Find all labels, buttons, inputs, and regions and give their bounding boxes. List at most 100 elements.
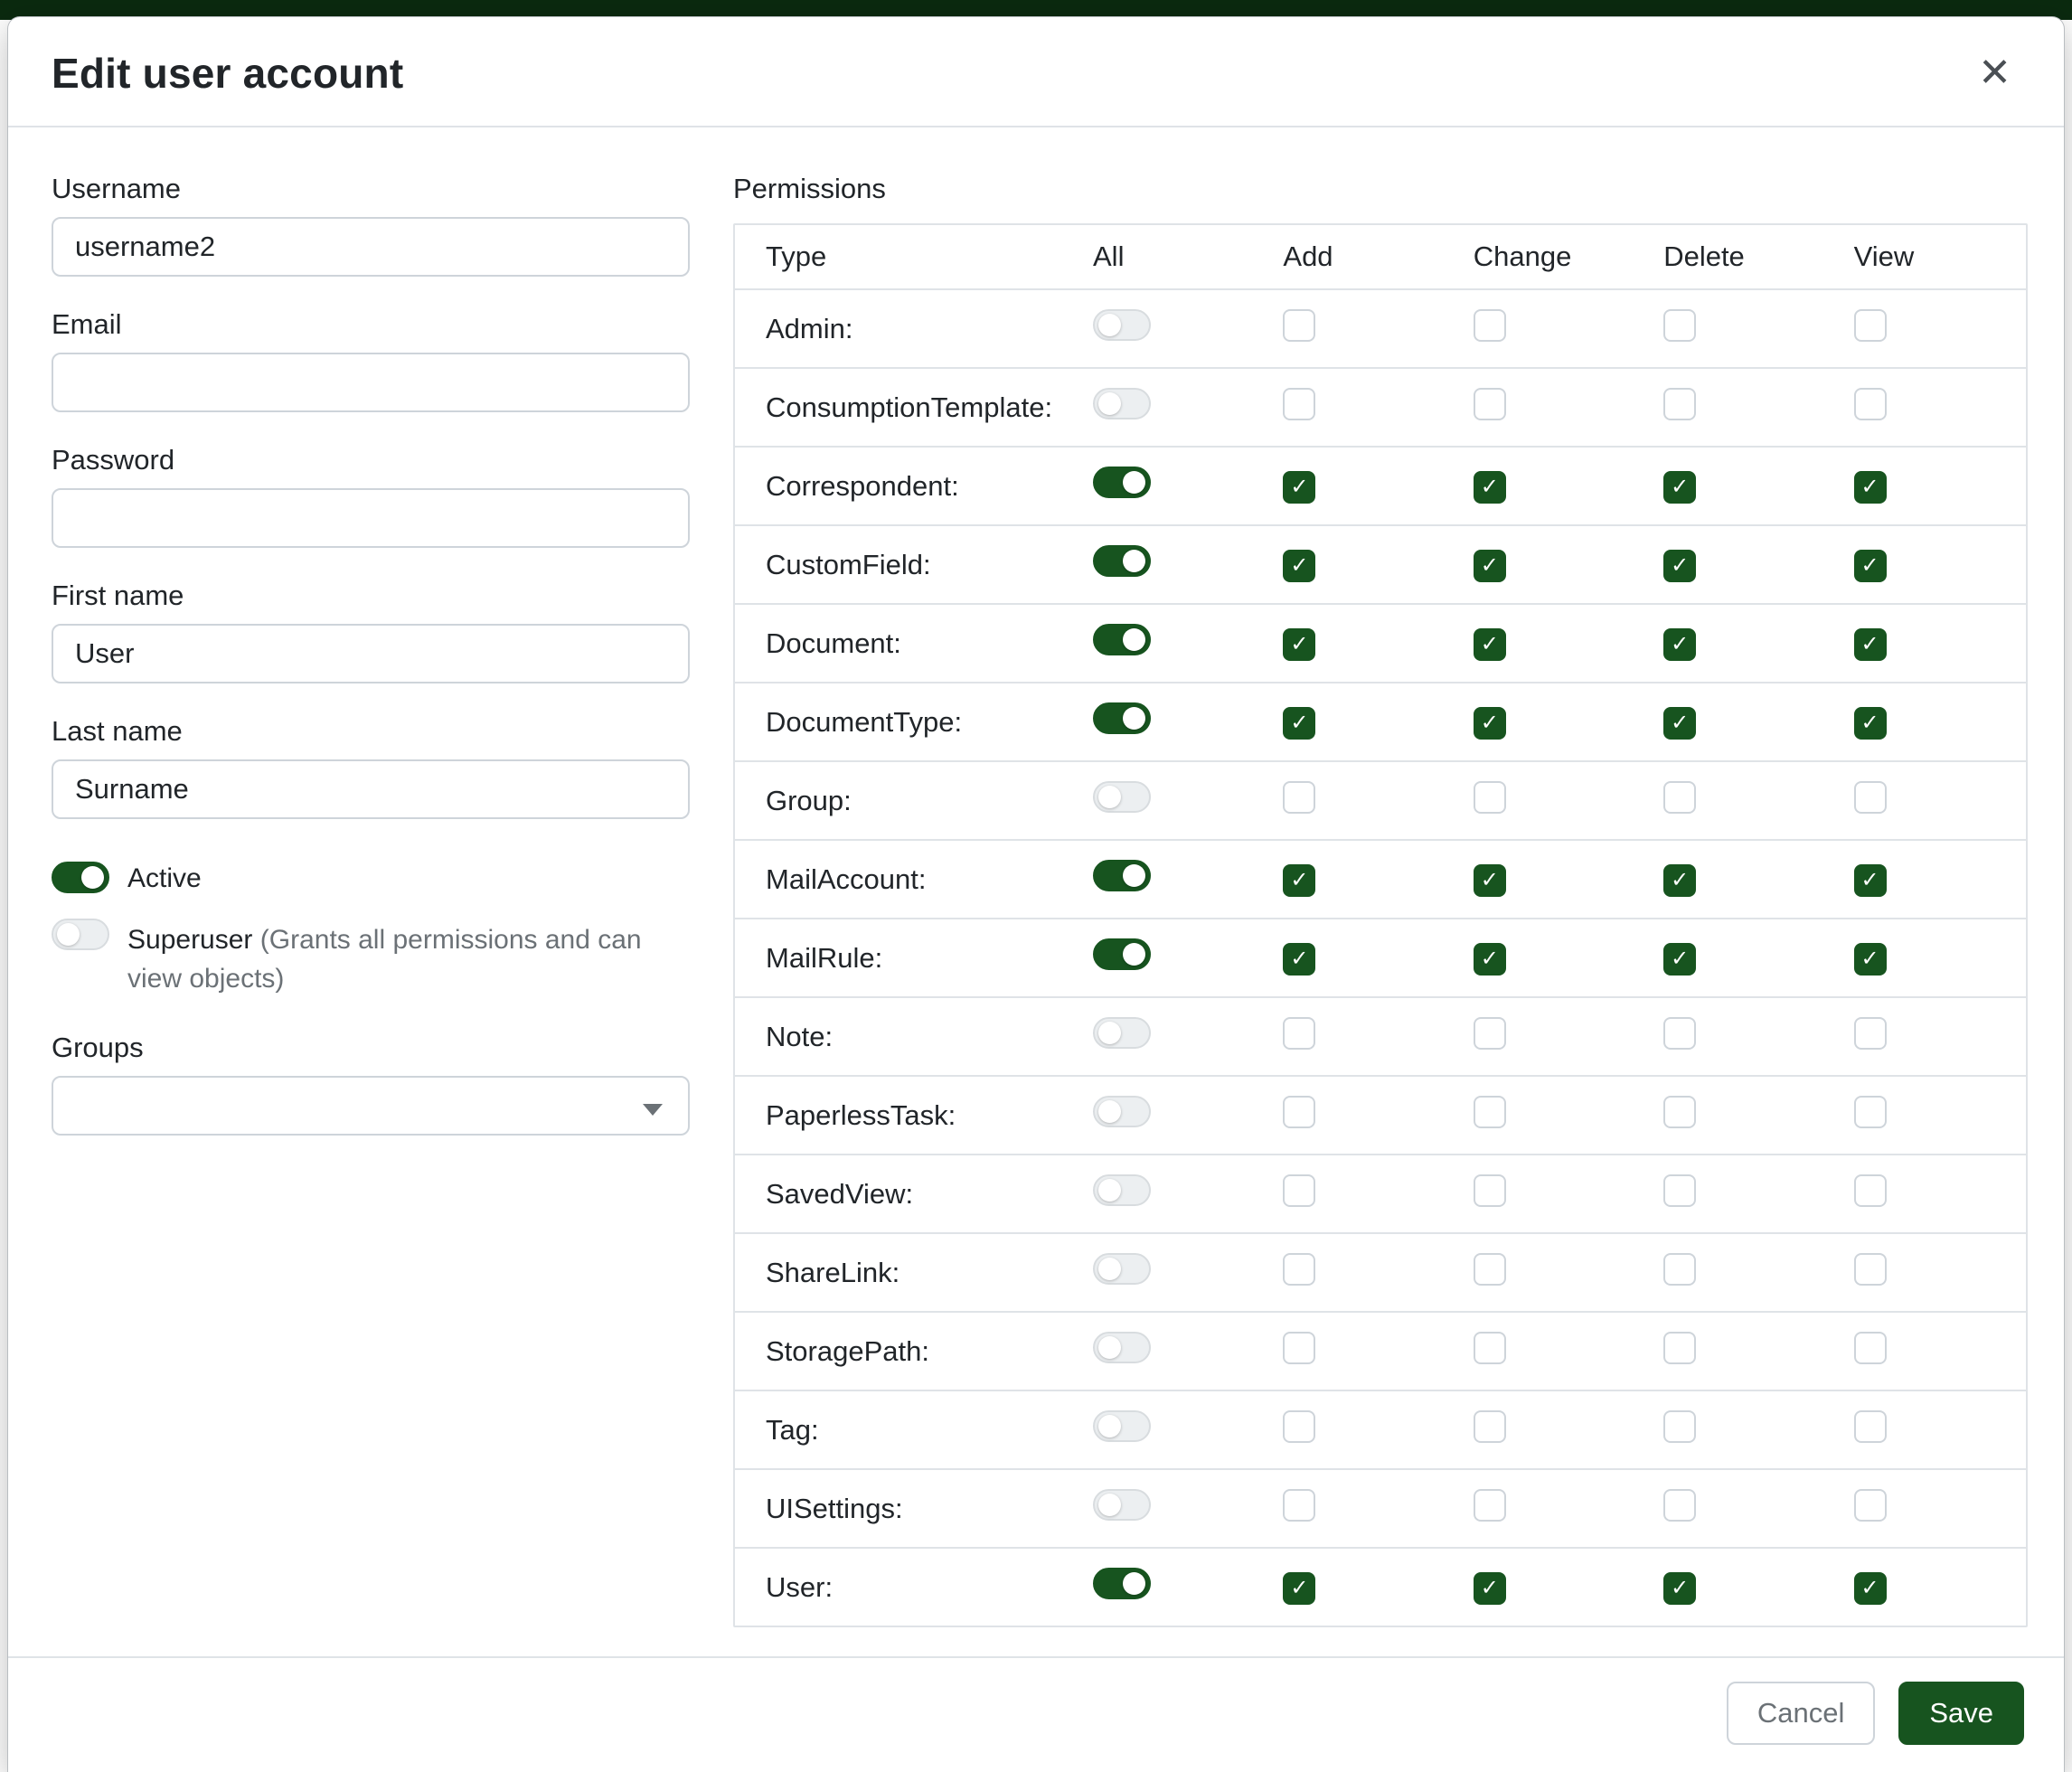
- permission-add-checkbox[interactable]: [1283, 1410, 1315, 1443]
- permission-add-checkbox[interactable]: [1283, 388, 1315, 420]
- permission-change-checkbox[interactable]: ✓: [1474, 707, 1506, 740]
- permission-add-checkbox[interactable]: ✓: [1283, 1572, 1315, 1605]
- permission-delete-checkbox[interactable]: [1663, 781, 1696, 814]
- permission-add-checkbox[interactable]: ✓: [1283, 943, 1315, 976]
- permission-change-checkbox[interactable]: [1474, 309, 1506, 342]
- permission-all-toggle[interactable]: [1093, 624, 1151, 655]
- permission-all-toggle[interactable]: [1093, 467, 1151, 498]
- permission-all-toggle[interactable]: [1093, 1096, 1151, 1127]
- permission-change-checkbox[interactable]: ✓: [1474, 628, 1506, 661]
- permission-delete-checkbox[interactable]: ✓: [1663, 471, 1696, 504]
- permission-all-toggle[interactable]: [1093, 1489, 1151, 1521]
- permission-add-checkbox[interactable]: ✓: [1283, 628, 1315, 661]
- permission-delete-checkbox[interactable]: [1663, 1096, 1696, 1128]
- permission-all-toggle[interactable]: [1093, 1017, 1151, 1049]
- permission-change-checkbox[interactable]: [1474, 388, 1506, 420]
- permission-view-checkbox[interactable]: [1854, 1096, 1887, 1128]
- password-input[interactable]: [52, 488, 690, 548]
- permission-change-checkbox[interactable]: [1474, 1174, 1506, 1207]
- permission-row: MailRule:✓✓✓✓: [735, 918, 2026, 996]
- permission-view-checkbox[interactable]: ✓: [1854, 1572, 1887, 1605]
- permission-change-checkbox[interactable]: ✓: [1474, 471, 1506, 504]
- permission-change-checkbox[interactable]: [1474, 1017, 1506, 1050]
- permission-add-checkbox[interactable]: [1283, 1174, 1315, 1207]
- permission-all-toggle[interactable]: [1093, 1174, 1151, 1206]
- permission-view-checkbox[interactable]: ✓: [1854, 628, 1887, 661]
- permission-delete-checkbox[interactable]: ✓: [1663, 1572, 1696, 1605]
- permission-all-toggle[interactable]: [1093, 309, 1151, 341]
- permission-delete-checkbox[interactable]: [1663, 309, 1696, 342]
- groups-select[interactable]: [52, 1076, 690, 1136]
- permission-change-checkbox[interactable]: [1474, 1332, 1506, 1364]
- permission-delete-checkbox[interactable]: ✓: [1663, 707, 1696, 740]
- permission-view-checkbox[interactable]: [1854, 309, 1887, 342]
- permission-delete-checkbox[interactable]: [1663, 388, 1696, 420]
- permission-all-toggle[interactable]: [1093, 1332, 1151, 1363]
- permission-change-checkbox[interactable]: [1474, 1410, 1506, 1443]
- permission-all-toggle[interactable]: [1093, 860, 1151, 891]
- permission-add-checkbox[interactable]: ✓: [1283, 864, 1315, 897]
- permission-add-checkbox[interactable]: [1283, 1017, 1315, 1050]
- permission-view-checkbox[interactable]: ✓: [1854, 707, 1887, 740]
- first-name-input[interactable]: [52, 624, 690, 683]
- permission-view-checkbox[interactable]: [1854, 1174, 1887, 1207]
- permission-change-checkbox[interactable]: [1474, 1489, 1506, 1522]
- permission-view-checkbox[interactable]: [1854, 1410, 1887, 1443]
- permission-change-checkbox[interactable]: ✓: [1474, 864, 1506, 897]
- permission-add-checkbox[interactable]: [1283, 1332, 1315, 1364]
- username-input[interactable]: [52, 217, 690, 277]
- permission-view-checkbox[interactable]: [1854, 1489, 1887, 1522]
- permission-all-toggle[interactable]: [1093, 1568, 1151, 1599]
- permission-change-checkbox[interactable]: [1474, 1096, 1506, 1128]
- superuser-toggle[interactable]: [52, 919, 109, 950]
- permission-delete-checkbox[interactable]: ✓: [1663, 628, 1696, 661]
- active-toggle[interactable]: [52, 862, 109, 893]
- permission-type-label: CustomField:: [735, 549, 1075, 581]
- permission-change-checkbox[interactable]: ✓: [1474, 943, 1506, 976]
- permission-view-checkbox[interactable]: ✓: [1854, 471, 1887, 504]
- permission-view-checkbox[interactable]: [1854, 1253, 1887, 1286]
- permission-delete-checkbox[interactable]: [1663, 1017, 1696, 1050]
- permission-view-checkbox[interactable]: ✓: [1854, 864, 1887, 897]
- permission-change-checkbox[interactable]: [1474, 781, 1506, 814]
- save-button[interactable]: Save: [1898, 1682, 2024, 1745]
- permission-all-toggle[interactable]: [1093, 1410, 1151, 1442]
- permission-add-checkbox[interactable]: ✓: [1283, 707, 1315, 740]
- permission-view-checkbox[interactable]: ✓: [1854, 550, 1887, 582]
- permission-delete-checkbox[interactable]: [1663, 1253, 1696, 1286]
- permission-add-checkbox[interactable]: [1283, 1489, 1315, 1522]
- cancel-button[interactable]: Cancel: [1727, 1682, 1876, 1745]
- permission-all-toggle[interactable]: [1093, 545, 1151, 577]
- permission-all-toggle[interactable]: [1093, 388, 1151, 419]
- permission-add-checkbox[interactable]: [1283, 1096, 1315, 1128]
- permission-all-toggle[interactable]: [1093, 702, 1151, 734]
- permission-view-checkbox[interactable]: [1854, 1332, 1887, 1364]
- superuser-row: Superuser (Grants all permissions and ca…: [52, 919, 690, 999]
- permission-change-checkbox[interactable]: ✓: [1474, 1572, 1506, 1605]
- permission-all-toggle[interactable]: [1093, 781, 1151, 813]
- permission-row: Note:: [735, 996, 2026, 1075]
- permission-add-checkbox[interactable]: [1283, 309, 1315, 342]
- permission-change-checkbox[interactable]: ✓: [1474, 550, 1506, 582]
- permission-add-checkbox[interactable]: [1283, 781, 1315, 814]
- permission-delete-checkbox[interactable]: [1663, 1332, 1696, 1364]
- permission-delete-checkbox[interactable]: ✓: [1663, 943, 1696, 976]
- permission-view-checkbox[interactable]: [1854, 388, 1887, 420]
- permission-change-checkbox[interactable]: [1474, 1253, 1506, 1286]
- last-name-input[interactable]: [52, 759, 690, 819]
- close-button[interactable]: ✕: [1969, 48, 2020, 99]
- permission-delete-checkbox[interactable]: ✓: [1663, 864, 1696, 897]
- email-input[interactable]: [52, 353, 690, 412]
- permission-view-checkbox[interactable]: [1854, 781, 1887, 814]
- permission-add-checkbox[interactable]: [1283, 1253, 1315, 1286]
- permission-delete-checkbox[interactable]: [1663, 1410, 1696, 1443]
- permission-delete-checkbox[interactable]: ✓: [1663, 550, 1696, 582]
- permission-delete-checkbox[interactable]: [1663, 1174, 1696, 1207]
- permission-all-toggle[interactable]: [1093, 938, 1151, 970]
- permission-add-checkbox[interactable]: ✓: [1283, 550, 1315, 582]
- permission-view-checkbox[interactable]: ✓: [1854, 943, 1887, 976]
- permission-view-checkbox[interactable]: [1854, 1017, 1887, 1050]
- permission-delete-checkbox[interactable]: [1663, 1489, 1696, 1522]
- permission-all-toggle[interactable]: [1093, 1253, 1151, 1285]
- permission-add-checkbox[interactable]: ✓: [1283, 471, 1315, 504]
